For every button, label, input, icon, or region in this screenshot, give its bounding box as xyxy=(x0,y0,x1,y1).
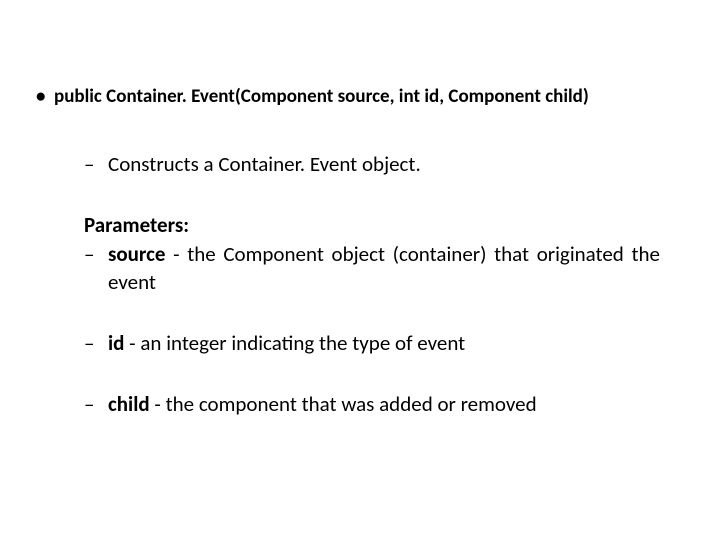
constructor-signature: public Container. Event(Component source… xyxy=(30,85,690,109)
param-source: source - the Component object (container… xyxy=(84,241,690,296)
param-source-desc: - the Component object (container) that … xyxy=(108,241,660,294)
slide: public Container. Event(Component source… xyxy=(0,0,720,540)
param-child: child - the component that was added or … xyxy=(84,391,690,418)
param-source-name: source xyxy=(108,241,165,267)
constructor-description: Constructs a Container. Event object. xyxy=(84,151,690,178)
parameters-heading: Parameters: xyxy=(84,212,690,239)
param-id-desc: - an integer indicating the type of even… xyxy=(124,330,465,356)
param-child-desc: - the component that was added or remove… xyxy=(150,391,537,417)
param-id-name: id xyxy=(108,330,124,356)
content-block: Constructs a Container. Event object. Pa… xyxy=(30,151,690,419)
spacer xyxy=(84,300,690,330)
param-child-name: child xyxy=(108,391,150,417)
param-id: id - an integer indicating the type of e… xyxy=(84,330,690,357)
